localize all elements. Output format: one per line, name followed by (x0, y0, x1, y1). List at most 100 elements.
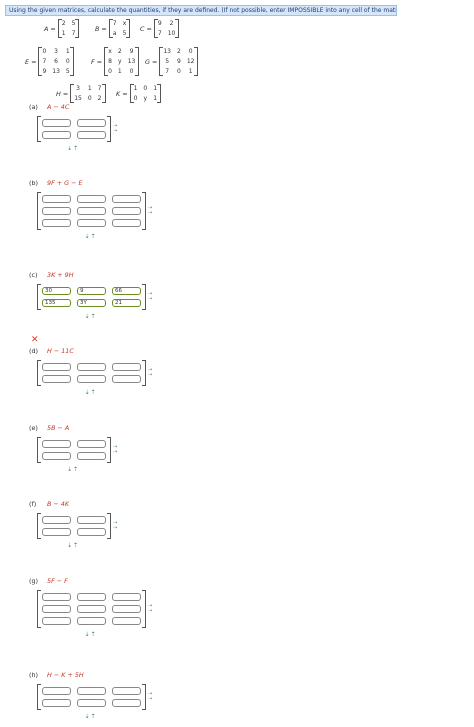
matrix-entry: 0 (87, 95, 92, 102)
answer-cell[interactable] (77, 617, 106, 625)
add-column-icon[interactable]: ⇢ ⇢ (148, 206, 156, 216)
answer-cell[interactable] (77, 516, 106, 524)
answer-cell[interactable] (42, 219, 71, 227)
add-column-icon[interactable]: ⇢ ⇢ (113, 445, 121, 455)
matrix-entry: 7 (42, 58, 47, 65)
incorrect-mark-icon: ✕ (31, 335, 39, 345)
matrix-entry: 0 (42, 48, 47, 55)
answer-cell[interactable] (112, 375, 141, 383)
answer-cell[interactable] (42, 195, 71, 203)
add-column-icon[interactable]: ⇢ ⇢ (148, 292, 156, 302)
add-column-icon[interactable]: ⇢ ⇢ (113, 521, 121, 531)
answer-cell[interactable]: 135 (42, 299, 71, 307)
answer-cell[interactable] (77, 452, 106, 460)
matrix-grid: 3 1 7 15 0 2 (70, 84, 106, 103)
matrix-name: E = (25, 57, 37, 66)
answer-cell[interactable] (77, 131, 106, 139)
matrix-entry: 0 (188, 48, 193, 55)
add-row-icon[interactable]: ⇣⇡ (85, 631, 97, 638)
answer-cell[interactable] (42, 119, 71, 127)
answer-cell[interactable] (77, 119, 106, 127)
answer-cell[interactable] (112, 699, 141, 707)
add-row-icon[interactable]: ⇣⇡ (85, 233, 97, 240)
answer-cell[interactable] (42, 617, 71, 625)
matrix-f: F = x 2 9 8 y 13 0 1 0 (91, 47, 140, 76)
answer-cell[interactable] (112, 593, 141, 601)
part-expression: 3K + 9H (47, 271, 74, 279)
matrix-name: B = (95, 24, 107, 33)
answer-cell[interactable] (42, 687, 71, 695)
matrix-name: A = (44, 24, 56, 33)
add-row-icon[interactable]: ⇣⇡ (85, 713, 97, 720)
answer-cell[interactable] (42, 375, 71, 383)
answer-cell[interactable] (42, 516, 71, 524)
matrix-c: C = 9 2 7 10 (140, 19, 180, 38)
answer-cell[interactable] (77, 687, 106, 695)
answer-cell[interactable] (77, 363, 106, 371)
answer-cell[interactable] (42, 699, 71, 707)
add-row-icon[interactable]: ⇣⇡ (67, 542, 79, 549)
arrow-right-icon: ⇢ (148, 372, 153, 378)
add-row-icon[interactable]: ⇣⇡ (85, 313, 97, 320)
add-column-icon[interactable]: ⇢ ⇢ (113, 124, 121, 134)
part-letter: (c) (29, 271, 38, 279)
answer-cell[interactable]: 21 (112, 299, 141, 307)
matrix-grid: 0 3 1 7 6 0 9 13 5 (38, 47, 75, 76)
answer-cell[interactable] (42, 440, 71, 448)
answer-cell[interactable] (112, 605, 141, 613)
arrow-right-icon: ⇢ (148, 696, 153, 702)
answer-cell[interactable]: 9 (77, 287, 106, 295)
answer-cell[interactable] (42, 528, 71, 536)
matrix-name: F = (91, 57, 103, 66)
add-column-icon[interactable]: ⇢ ⇢ (148, 692, 156, 702)
matrix-entry: 0 (143, 85, 148, 92)
matrix-entry: 5 (71, 20, 76, 27)
answer-cell[interactable] (112, 219, 141, 227)
part-letter: (b) (29, 179, 39, 187)
answer-cell[interactable] (112, 363, 141, 371)
answer-cell[interactable]: 66 (112, 287, 141, 295)
answer-cell[interactable] (77, 207, 106, 215)
answer-cell[interactable] (42, 605, 71, 613)
matrix-grid: 9 2 7 10 (153, 19, 180, 38)
answer-cell[interactable] (42, 593, 71, 601)
answer-cell[interactable] (112, 195, 141, 203)
answer-cell[interactable]: 30 (42, 287, 71, 295)
answer-matrix: 30 9 66 135 3Y 21 (37, 284, 146, 310)
part-heading: (f) B − 4K (29, 500, 69, 508)
answer-cell[interactable] (42, 131, 71, 139)
answer-cell[interactable] (77, 440, 106, 448)
add-column-icon[interactable]: ⇢ ⇢ (148, 368, 156, 378)
answer-cell[interactable] (77, 375, 106, 383)
answer-cell[interactable] (77, 528, 106, 536)
matrix-entry: 1 (153, 95, 158, 102)
answer-cell[interactable] (112, 207, 141, 215)
matrix-entry: y (143, 95, 148, 102)
answer-cell[interactable] (77, 195, 106, 203)
answer-matrix (37, 437, 111, 463)
part-expression: H − K + 5H (47, 671, 84, 679)
answer-cell[interactable] (42, 363, 71, 371)
arrow-right-icon: ⇢ (113, 128, 118, 134)
add-row-icon[interactable]: ⇣⇡ (67, 145, 79, 152)
answer-cell[interactable] (42, 452, 71, 460)
add-row-icon[interactable]: ⇣⇡ (67, 466, 79, 473)
answer-cell[interactable] (77, 605, 106, 613)
answer-cell[interactable]: 3Y (77, 299, 106, 307)
matrix-entry: a (112, 30, 117, 37)
answer-cell[interactable] (77, 593, 106, 601)
matrix-entry: 7 (157, 30, 162, 37)
answer-cell[interactable] (77, 699, 106, 707)
answer-cell[interactable] (112, 687, 141, 695)
answer-cell[interactable] (112, 617, 141, 625)
matrix-grid: 1010y1 (129, 84, 162, 103)
answer-cell[interactable] (77, 219, 106, 227)
add-row-icon[interactable]: ⇣⇡ (85, 389, 97, 396)
part-letter: (a) (29, 103, 38, 111)
matrix-entry: y (118, 58, 122, 65)
matrix-grid: 7xa5 (108, 19, 131, 38)
add-column-icon[interactable]: ⇢ ⇢ (148, 604, 156, 614)
arrow-right-icon: ⇢ (113, 449, 118, 455)
answer-cell[interactable] (42, 207, 71, 215)
matrix-b: B = 7 x a 5 (95, 19, 131, 38)
